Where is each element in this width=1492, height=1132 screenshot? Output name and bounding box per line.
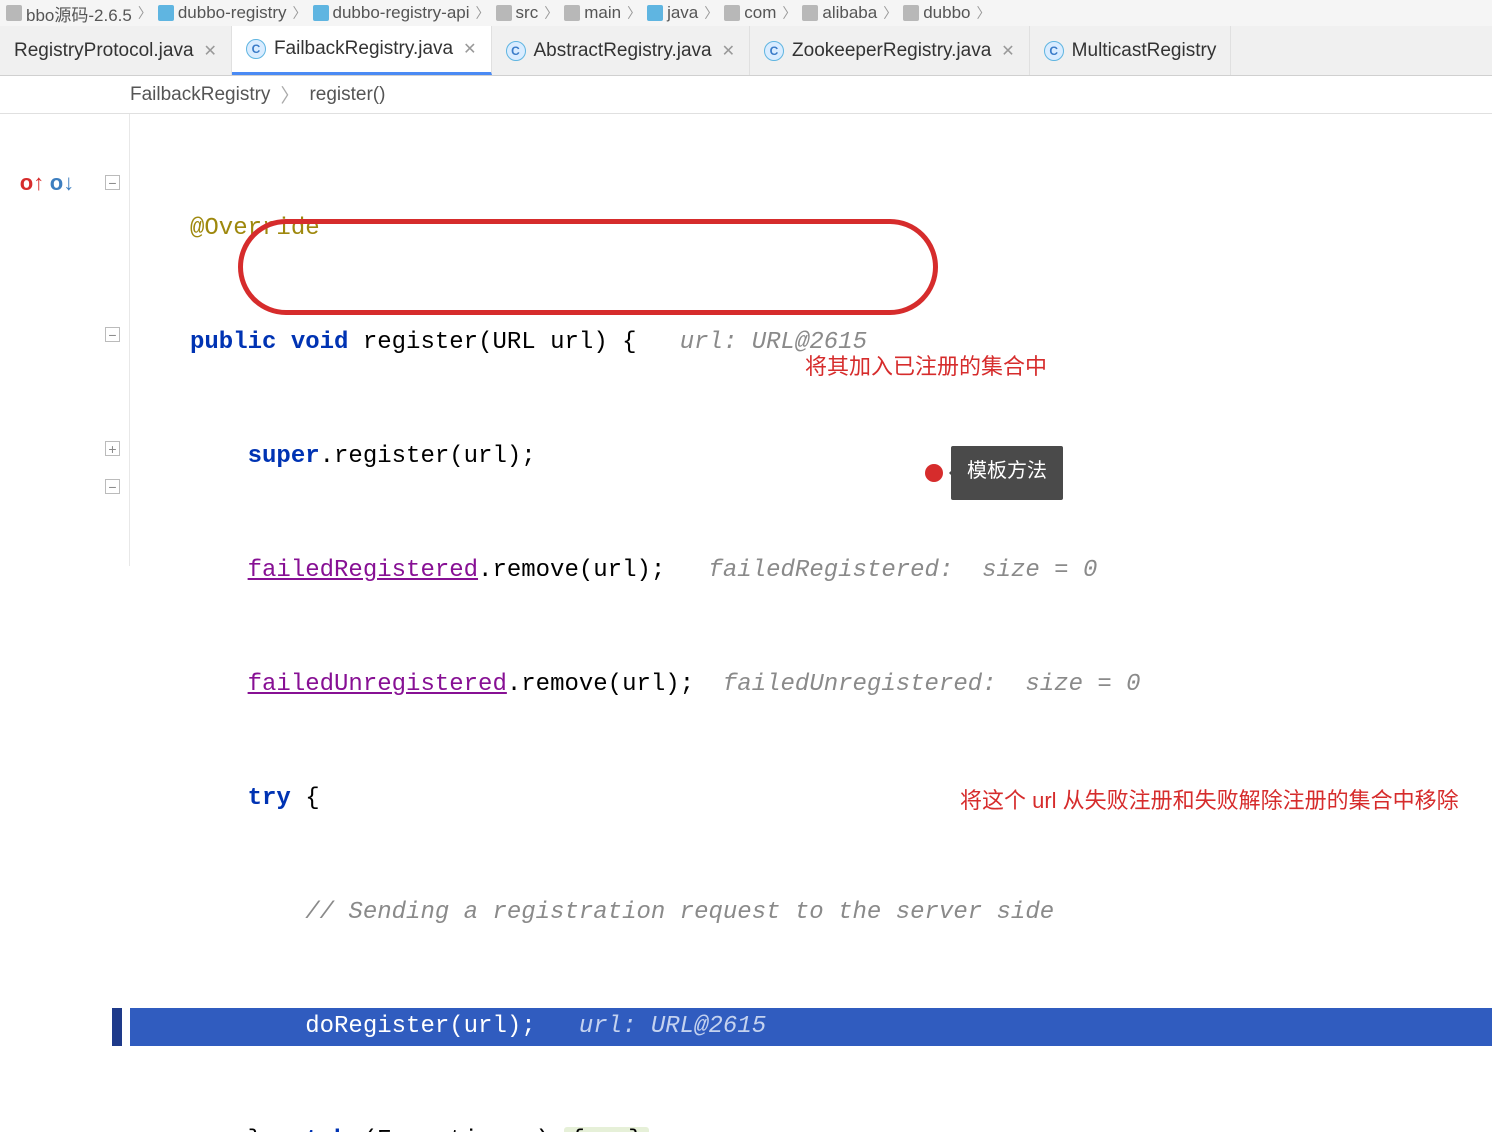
folder-icon (903, 5, 919, 21)
inline-hint: failedUnregistered: size = 0 (723, 671, 1141, 698)
close-icon[interactable]: ✕ (1001, 41, 1014, 61)
folder-icon (496, 5, 512, 21)
folder-icon (802, 5, 818, 21)
chevron-right-icon: 〉 (280, 81, 299, 108)
breadcrumb-item[interactable]: src (494, 3, 541, 23)
breadcrumb-item[interactable]: dubbo-registry-api (311, 3, 472, 23)
chevron-right-icon: 〉 (627, 3, 641, 23)
breadcrumb-item[interactable]: main (562, 3, 623, 23)
editor-area: o↑ o↓ − − + − @Override public void regi… (0, 114, 1492, 566)
chevron-right-icon: 〉 (782, 3, 796, 23)
tab-registry-protocol[interactable]: RegistryProtocol.java✕ (0, 26, 232, 75)
module-icon (313, 5, 329, 21)
breadcrumb-item[interactable]: dubbo-registry (156, 3, 289, 23)
fold-toggle-icon[interactable]: − (105, 175, 120, 190)
callout-box: 模板方法 (951, 446, 1063, 500)
chevron-right-icon: 〉 (883, 3, 897, 23)
chevron-right-icon: 〉 (138, 3, 152, 23)
breadcrumb-item[interactable]: bbo源码-2.6.5 (4, 1, 134, 26)
nav-method[interactable]: register() (309, 84, 385, 106)
source-root-icon (647, 5, 663, 21)
chevron-right-icon: 〉 (544, 3, 558, 23)
class-icon: C (764, 41, 784, 61)
tab-failback-registry[interactable]: CFailbackRegistry.java✕ (232, 26, 492, 75)
fold-toggle-icon[interactable]: − (105, 327, 120, 342)
module-icon (158, 5, 174, 21)
code-breadcrumb: FailbackRegistry 〉 register() (0, 76, 1492, 114)
fold-expand-icon[interactable]: + (105, 441, 120, 456)
chevron-right-icon: 〉 (704, 3, 718, 23)
code-comment: // Sending a registration request to the… (305, 899, 1054, 926)
tab-abstract-registry[interactable]: CAbstractRegistry.java✕ (492, 26, 751, 75)
folder-icon (6, 5, 22, 21)
editor-tabs: RegistryProtocol.java✕ CFailbackRegistry… (0, 26, 1492, 76)
folder-icon (724, 5, 740, 21)
close-icon[interactable]: ✕ (463, 39, 476, 59)
chevron-right-icon: 〉 (476, 3, 490, 23)
breadcrumb-item[interactable]: alibaba (800, 3, 879, 23)
chevron-right-icon: 〉 (976, 3, 990, 23)
chevron-right-icon: 〉 (293, 3, 307, 23)
close-icon[interactable]: ✕ (204, 41, 217, 61)
code-editor[interactable]: @Override public void register(URL url) … (130, 114, 1492, 566)
close-icon[interactable]: ✕ (722, 41, 735, 61)
nav-class[interactable]: FailbackRegistry (130, 84, 270, 106)
class-icon: C (246, 39, 266, 59)
override-markers[interactable]: o↑ o↓ (18, 169, 76, 197)
overriding-up-icon[interactable]: o↑ (18, 169, 46, 197)
gutter: o↑ o↓ − − + − (0, 114, 130, 566)
tab-zookeeper-registry[interactable]: CZookeeperRegistry.java✕ (750, 26, 1030, 75)
breadcrumb-item[interactable]: java (645, 3, 700, 23)
project-breadcrumb: bbo源码-2.6.5〉 dubbo-registry〉 dubbo-regis… (0, 0, 1492, 26)
breadcrumb-item[interactable]: com (722, 3, 778, 23)
annotation-callout: 模板方法 (925, 446, 1063, 500)
execution-marker-icon (112, 1008, 122, 1046)
class-icon: C (506, 41, 526, 61)
execution-point-line[interactable]: doRegister(url); url: URL@2615 (130, 1008, 1492, 1046)
annotation-override: @Override (190, 215, 320, 242)
folder-icon (564, 5, 580, 21)
fold-toggle-icon[interactable]: − (105, 479, 120, 494)
annotation-text-1: 将其加入已注册的集合中 (805, 348, 1047, 386)
breadcrumb-item[interactable]: dubbo (901, 3, 972, 23)
annotation-text-2: 将这个 url 从失败注册和失败解除注册的集合中移除 (960, 782, 1459, 820)
tab-multicast-registry[interactable]: CMulticastRegistry (1030, 26, 1232, 75)
class-icon: C (1044, 41, 1064, 61)
inline-hint: failedRegistered: size = 0 (709, 557, 1098, 584)
overridden-down-icon[interactable]: o↓ (48, 169, 76, 197)
folded-code[interactable]: {...} (564, 1127, 648, 1132)
